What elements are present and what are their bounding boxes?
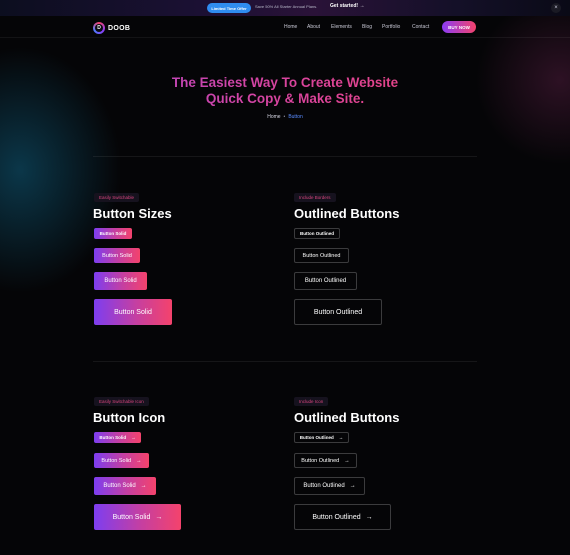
button-outlined-xs[interactable]: Button Outlined <box>294 228 340 239</box>
button-solid-icon-xs[interactable]: Button Solid → <box>94 432 141 443</box>
button-label: Button Solid <box>101 457 132 464</box>
arrow-right-icon: → <box>136 457 142 464</box>
button-solid-md[interactable]: Button Solid <box>94 272 147 290</box>
site-header: D DOOB Home About Elements Blog Portfoli… <box>0 16 570 38</box>
button-solid-icon-md[interactable]: Button Solid → <box>94 477 156 495</box>
page: Limited Time Offer Save 50% All Starter … <box>0 0 570 555</box>
section-tag: Easily Switchable <box>94 193 140 202</box>
buy-now-button[interactable]: BUY NOW <box>442 21 476 33</box>
button-outlined-icon-lg[interactable]: Button Outlined → <box>294 504 391 530</box>
offer-text: Save 50% All Starter Annual Plans. <box>255 4 318 9</box>
nav-elements[interactable]: Elements <box>331 24 352 30</box>
logo-text: DOOB <box>108 24 131 32</box>
breadcrumb-separator: • <box>283 114 286 120</box>
button-label: Button Outlined <box>303 483 345 489</box>
divider <box>93 156 477 157</box>
button-solid-xs[interactable]: Button Solid <box>94 228 132 239</box>
button-solid-sm[interactable]: Button Solid <box>94 248 140 263</box>
button-label: Button Solid <box>103 483 136 489</box>
button-outlined-lg[interactable]: Button Outlined <box>294 299 382 325</box>
nav-home[interactable]: Home <box>284 24 297 30</box>
button-solid-icon-sm[interactable]: Button Solid → <box>94 453 149 468</box>
arrow-right-icon: → <box>344 457 350 464</box>
logo[interactable]: D DOOB <box>93 22 130 34</box>
button-outlined-icon-md[interactable]: Button Outlined → <box>294 477 365 495</box>
promo-bar: Limited Time Offer Save 50% All Starter … <box>0 0 570 16</box>
button-label: Button Outlined <box>301 457 340 464</box>
button-outlined-sm[interactable]: Button Outlined <box>294 248 349 263</box>
title-line-2: Quick Copy & Make Site. <box>205 91 365 106</box>
arrow-right-icon: → <box>140 483 147 489</box>
breadcrumb: Home • Button <box>0 114 570 120</box>
close-icon[interactable]: × <box>551 3 561 13</box>
section-title-outlined-icon-buttons: Outlined Buttons <box>294 410 400 425</box>
section-title-button-icon: Button Icon <box>93 410 166 425</box>
title-line-1: The Easiest Way To Create Website <box>171 75 399 90</box>
button-label: Button Solid <box>99 435 127 440</box>
nav-contact[interactable]: Contact <box>412 24 429 30</box>
section-title-button-sizes: Button Sizes <box>93 206 172 221</box>
section-tag: Easily Switchable Icon <box>94 397 149 406</box>
section-tag: Include Icon <box>294 397 329 406</box>
button-label: Button Outlined <box>312 513 361 521</box>
arrow-right-icon: → <box>365 513 373 521</box>
get-started-link[interactable]: Get started! → <box>330 3 364 9</box>
arrow-right-icon: → <box>155 513 163 521</box>
arrow-right-icon: → <box>131 435 136 440</box>
nav-blog[interactable]: Blog <box>362 24 372 30</box>
page-title: The Easiest Way To Create Website Quick … <box>0 75 570 107</box>
nav-about[interactable]: About <box>307 24 320 30</box>
offer-badge: Limited Time Offer <box>207 3 251 13</box>
button-outlined-icon-sm[interactable]: Button Outlined → <box>294 453 357 468</box>
button-solid-lg[interactable]: Button Solid <box>94 299 172 325</box>
button-outlined-icon-xs[interactable]: Button Outlined → <box>294 432 349 443</box>
logo-mark: D <box>93 22 105 34</box>
arrow-right-icon: → <box>338 435 344 440</box>
button-label: Button Solid <box>112 513 151 521</box>
nav-portfolio[interactable]: Portfolio <box>382 24 400 30</box>
breadcrumb-current: Button <box>288 114 303 120</box>
button-outlined-md[interactable]: Button Outlined <box>294 272 357 290</box>
section-tag: Include Borders <box>294 193 336 202</box>
divider <box>93 361 477 362</box>
logo-letter: D <box>95 24 103 32</box>
button-solid-icon-lg[interactable]: Button Solid → <box>94 504 181 530</box>
breadcrumb-home[interactable]: Home <box>267 114 280 120</box>
section-title-outlined-buttons: Outlined Buttons <box>294 206 400 221</box>
button-label: Button Outlined <box>299 435 334 440</box>
arrow-right-icon: → <box>349 483 356 489</box>
